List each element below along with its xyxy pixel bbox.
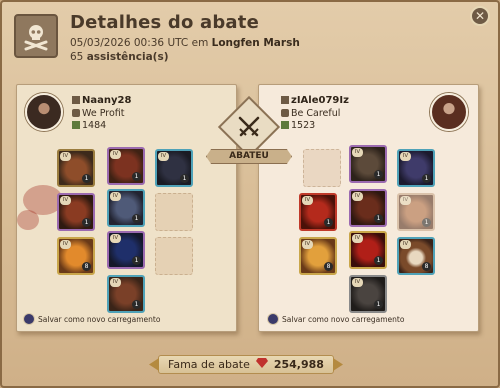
killer-guild[interactable]: We Profit — [82, 108, 124, 119]
quality-badge: 8 — [82, 262, 91, 271]
killer-avatar[interactable] — [25, 93, 63, 131]
crossed-swords-icon — [231, 109, 267, 145]
potion-slot[interactable]: IV 8 — [57, 237, 95, 275]
kill-fame-value: 254,988 — [273, 358, 324, 371]
tier-badge: IV — [400, 240, 411, 249]
victim-guild[interactable]: Be Careful — [291, 108, 340, 119]
kill-timestamp: 05/03/2026 00:36 UTC em Longfen Marsh — [70, 37, 300, 49]
kill-fame-bar: Fama de abate 254,988 — [158, 355, 334, 374]
quality-badge: 1 — [324, 218, 333, 227]
victim-panel: zIAle079Iz Be Careful 1523 IV 1 IV 1 IV 1 I… — [258, 84, 479, 332]
tier-badge: IV — [352, 278, 363, 287]
item-power-icon — [281, 121, 289, 129]
item-power-icon — [72, 121, 80, 129]
tier-badge: IV — [400, 152, 411, 161]
tier-badge: IV — [60, 240, 71, 249]
assists-count: 65 — [70, 51, 84, 63]
victim-name-row: zIAle079Iz — [281, 95, 349, 106]
assists-line: 65 assistência(s) — [70, 51, 169, 63]
killer-ip-row: 1484 — [72, 120, 106, 131]
victim-item-power: 1523 — [291, 120, 316, 131]
tier-badge: IV — [302, 240, 313, 249]
tier-badge: IV — [110, 234, 121, 243]
victim-name[interactable]: zIAle079Iz — [291, 95, 349, 106]
kill-fame-label: Fama de abate — [168, 358, 250, 371]
guild-icon — [281, 109, 289, 117]
killer-panel: Naany28 We Profit 1484 IV 1 IV 1 IV 1 IV 1 I… — [16, 84, 237, 332]
victim-ip-row: 1523 — [281, 120, 315, 131]
bag-slot-empty[interactable] — [303, 149, 341, 187]
killer-item-power: 1484 — [82, 120, 107, 131]
potion-slot[interactable]: IV 8 — [299, 237, 337, 275]
off-hand-slot[interactable]: IV 1 — [397, 193, 435, 231]
killed-banner: ABATEU — [206, 149, 292, 164]
kill-location: Longfen Marsh — [211, 37, 300, 49]
player-icon — [72, 96, 80, 104]
quality-badge: 1 — [374, 256, 383, 265]
killer-guild-row: We Profit — [72, 108, 124, 119]
tier-badge: IV — [110, 192, 121, 201]
save-loadout-label: Salvar como novo carregamento — [282, 314, 405, 324]
armor-slot[interactable]: IV 1 — [349, 189, 387, 227]
player-icon — [281, 96, 289, 104]
quality-badge: 1 — [132, 300, 141, 309]
head-slot[interactable]: IV 1 — [107, 147, 145, 185]
off-hand-slot-empty[interactable] — [155, 193, 193, 231]
quality-badge: 1 — [422, 218, 431, 227]
bag-slot[interactable]: IV 1 — [57, 149, 95, 187]
quality-badge: 1 — [374, 300, 383, 309]
quality-badge: 1 — [132, 172, 141, 181]
tier-badge: IV — [352, 192, 363, 201]
killer-name[interactable]: Naany28 — [82, 95, 131, 106]
victim-avatar[interactable] — [430, 93, 468, 131]
quality-badge: 8 — [422, 262, 431, 271]
quality-badge: 1 — [374, 170, 383, 179]
mount-slot[interactable]: IV 1 — [349, 275, 387, 313]
killer-name-row: Naany28 — [72, 95, 131, 106]
cape-slot[interactable]: IV 1 — [397, 149, 435, 187]
cape-slot[interactable]: IV 1 — [155, 149, 193, 187]
assists-label: assistência(s) — [86, 51, 169, 63]
skull-crossbones-icon — [14, 14, 58, 58]
tier-badge: IV — [352, 234, 363, 243]
tier-badge: IV — [110, 278, 121, 287]
food-slot-empty[interactable] — [155, 237, 193, 275]
save-loadout-victim[interactable]: Salvar como novo carregamento — [267, 313, 404, 325]
close-button[interactable]: ✕ — [470, 6, 490, 26]
quality-badge: 1 — [422, 174, 431, 183]
page-title: Detalhes do abate — [70, 12, 259, 33]
boots-slot[interactable]: IV 1 — [349, 231, 387, 269]
save-loadout-icon — [267, 313, 279, 325]
tier-badge: IV — [110, 150, 121, 159]
quality-badge: 1 — [132, 256, 141, 265]
food-slot[interactable]: IV 8 — [397, 237, 435, 275]
head-slot[interactable]: IV 1 — [349, 145, 387, 183]
fame-gem-icon — [255, 358, 268, 371]
armor-slot[interactable]: IV 1 — [107, 189, 145, 227]
tier-badge: IV — [400, 196, 411, 205]
kill-datetime: 05/03/2026 00:36 UTC em — [70, 37, 209, 49]
tier-badge: IV — [352, 148, 363, 157]
quality-badge: 1 — [132, 214, 141, 223]
boots-slot[interactable]: IV 1 — [107, 231, 145, 269]
mount-slot[interactable]: IV 1 — [107, 275, 145, 313]
tier-badge: IV — [60, 152, 71, 161]
quality-badge: 1 — [180, 174, 189, 183]
quality-badge: 8 — [324, 262, 333, 271]
quality-badge: 1 — [82, 174, 91, 183]
tier-badge: IV — [158, 152, 169, 161]
main-hand-slot[interactable]: IV 1 — [57, 193, 95, 231]
quality-badge: 1 — [374, 214, 383, 223]
victim-guild-row: Be Careful — [281, 108, 340, 119]
tier-badge: IV — [302, 196, 313, 205]
save-loadout-killer[interactable]: Salvar como novo carregamento — [23, 313, 160, 325]
main-hand-slot[interactable]: IV 1 — [299, 193, 337, 231]
close-icon: ✕ — [474, 9, 486, 23]
quality-badge: 1 — [82, 218, 91, 227]
blood-stain — [17, 210, 39, 230]
guild-icon — [72, 109, 80, 117]
save-loadout-icon — [23, 313, 35, 325]
tier-badge: IV — [60, 196, 71, 205]
save-loadout-label: Salvar como novo carregamento — [38, 314, 161, 324]
